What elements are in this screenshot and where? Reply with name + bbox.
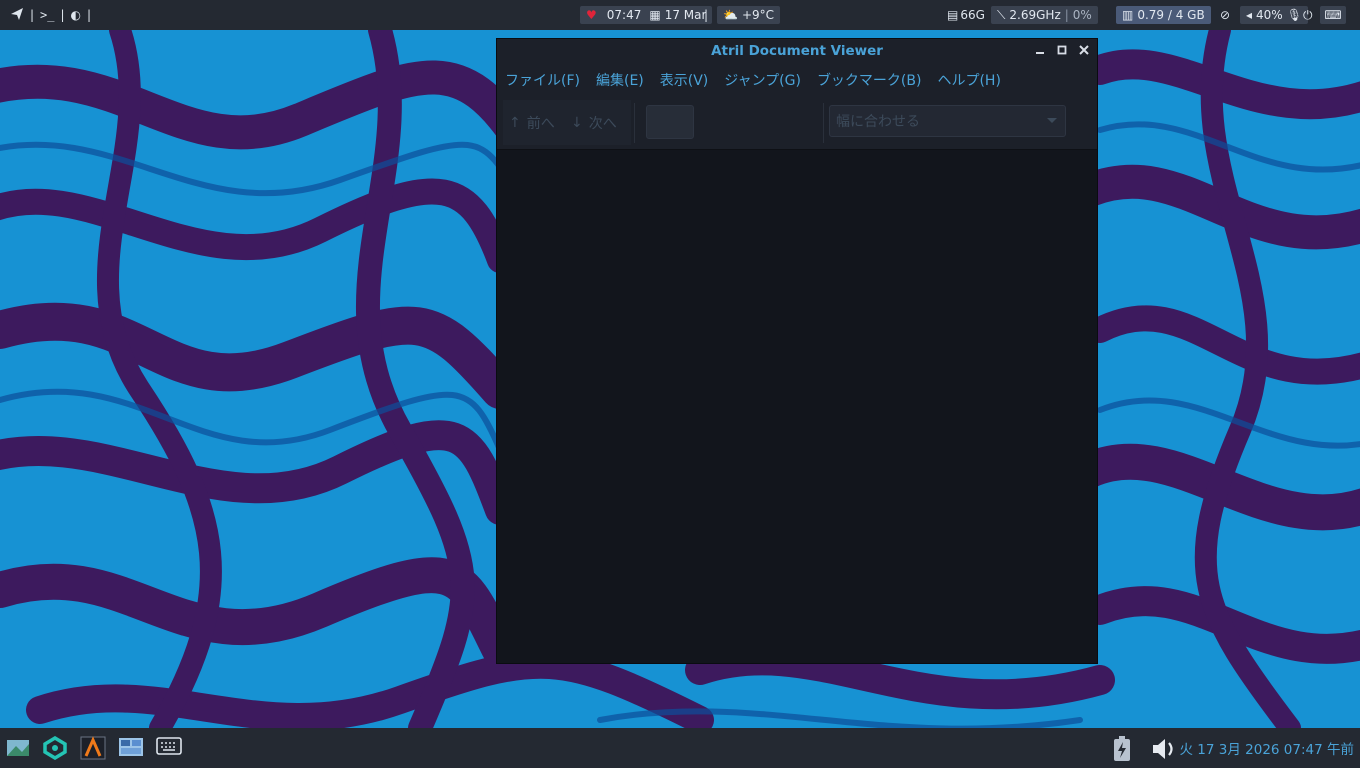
cpu-icon: ⟍	[997, 7, 1006, 22]
zoom-value: 幅に合わせる	[836, 114, 920, 130]
document-view[interactable]	[498, 150, 1096, 662]
keyboard-layout-icon[interactable]: ⌨	[1320, 6, 1346, 24]
disk-text: 66G	[960, 8, 985, 22]
weather-widget[interactable]: ⛅ +9°C	[717, 6, 781, 24]
page-number-input[interactable]	[646, 105, 694, 139]
top-panel: | >_ | ◐ | ♥ 07:47 ▦ 17 Mar | ⛅ +9°C ▤ 6…	[0, 0, 1360, 30]
app-launcher-icon[interactable]	[42, 735, 68, 761]
next-label: 次へ	[588, 115, 617, 132]
separator: |	[87, 8, 92, 22]
arrow-down-icon: ↓	[571, 114, 583, 131]
divider: |	[704, 8, 709, 22]
memory-widget[interactable]: ▥ 0.79 / 4 GB	[1116, 6, 1211, 24]
mic-icon: 🎙	[1286, 8, 1302, 22]
toolbar-separator	[823, 103, 824, 143]
show-desktop-icon[interactable]	[6, 736, 32, 760]
bottom-panel: 火 17 3月 2026 07:47 午前	[0, 728, 1360, 768]
weather-text: +9°C	[741, 8, 775, 22]
separator: |	[60, 8, 65, 22]
toolbar-separator	[634, 103, 635, 143]
clock-widget[interactable]: ♥ 07:47 ▦ 17 Mar	[580, 6, 713, 24]
menu-help[interactable]: ヘルプ(H)	[937, 70, 1000, 90]
heart-icon: ♥	[586, 8, 597, 22]
speaker-icon: ◂	[1246, 8, 1253, 22]
workspace-switcher-icon[interactable]	[118, 736, 144, 760]
memory-text: 0.79 / 4 GB	[1137, 8, 1205, 22]
volume-text: 40%	[1256, 8, 1283, 22]
volume-icon[interactable]	[1150, 736, 1178, 760]
calendar-icon: ▦	[649, 8, 661, 22]
window-title: Atril Document Viewer	[711, 43, 883, 59]
cpu-sep: |	[1064, 8, 1069, 22]
menu-file[interactable]: ファイル(F)	[505, 70, 580, 90]
menu-edit[interactable]: 編集(E)	[596, 70, 644, 90]
cpu-widget[interactable]: ⟍ 2.69GHz | 0%	[991, 6, 1098, 24]
memory-icon: ▥	[1122, 8, 1134, 22]
terminal-icon[interactable]: >_	[40, 8, 54, 22]
send-icon[interactable]	[10, 7, 24, 24]
separator: |	[30, 8, 35, 22]
disk-widget[interactable]: ▤ 66G	[947, 0, 985, 30]
volume-widget[interactable]: ◂ 40% 🎙	[1240, 6, 1308, 24]
close-icon[interactable]	[1079, 44, 1089, 58]
window-titlebar[interactable]: Atril Document Viewer	[497, 39, 1097, 63]
cloud-sun-icon: ⛅	[723, 8, 738, 22]
chevron-down-icon	[1047, 118, 1057, 123]
previous-label: 前へ	[526, 115, 555, 132]
menu-go[interactable]: ジャンプ(G)	[724, 70, 801, 90]
menu-bar: ファイル(F) 編集(E) 表示(V) ジャンプ(G) ブックマーク(B) ヘル…	[497, 63, 1097, 97]
atril-app-icon[interactable]	[80, 736, 106, 760]
time-text: 07:47	[606, 8, 642, 22]
date-text: 17 Mar	[664, 8, 707, 22]
disk-icon: ▤	[947, 8, 959, 22]
keyboard-icon[interactable]	[156, 736, 182, 760]
eye-off-icon[interactable]: ⊘	[1220, 0, 1230, 30]
moon-icon[interactable]: ◐	[71, 8, 81, 22]
next-page-button[interactable]: ↓ 次へ	[563, 100, 631, 145]
battery-charging-icon[interactable]	[1110, 736, 1134, 761]
cpu-freq-text: 2.69GHz	[1009, 8, 1061, 22]
atril-window: Atril Document Viewer ファイル(F) 編集(E) 表示(V…	[497, 39, 1097, 663]
maximize-icon[interactable]	[1057, 44, 1067, 58]
panel-clock[interactable]: 火 17 3月 2026 07:47 午前	[1180, 728, 1355, 768]
menu-bookmarks[interactable]: ブックマーク(B)	[817, 70, 922, 90]
menu-view[interactable]: 表示(V)	[660, 70, 709, 90]
zoom-select[interactable]: 幅に合わせる	[829, 105, 1066, 137]
cpu-usage-text: 0%	[1072, 8, 1092, 22]
power-icon[interactable]: ⏻	[1303, 0, 1313, 30]
previous-page-button[interactable]: ↑ 前へ	[503, 100, 569, 145]
minimize-icon[interactable]	[1035, 44, 1045, 58]
arrow-up-icon: ↑	[509, 114, 521, 131]
toolbar: ↑ 前へ ↓ 次へ 幅に合わせる	[497, 97, 1097, 150]
